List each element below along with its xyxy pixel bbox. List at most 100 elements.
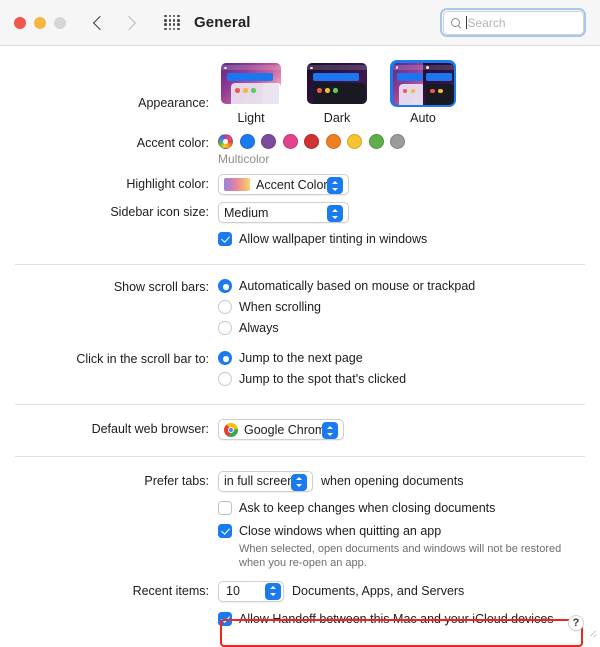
system-preferences-window: General Search Appearance: Light Dark Au…	[0, 0, 600, 647]
handoff-checkbox-row[interactable]: Allow Handoff between this Mac and your …	[218, 611, 600, 627]
appearance-preview-auto-dark	[423, 62, 454, 105]
zoom-button-icon[interactable]	[54, 16, 66, 29]
appearance-option-dark[interactable]: Dark	[304, 60, 370, 125]
appearance-label-light: Light	[237, 111, 265, 125]
recent-items-trailing-text: Documents, Apps, and Servers	[292, 583, 465, 598]
highlight-color-chevron-icon[interactable]	[327, 177, 343, 194]
preferences-content: Appearance: Light Dark Auto Accent color…	[0, 46, 600, 647]
handoff-checkbox[interactable]	[218, 611, 232, 626]
accent-swatch-blue[interactable]	[239, 134, 255, 149]
close-windows-checkbox-row[interactable]: Close windows when quitting an app	[218, 523, 600, 539]
accent-swatch-red[interactable]	[304, 134, 319, 149]
appearance-preview-auto	[392, 62, 454, 105]
chrome-icon	[224, 422, 238, 437]
resize-handle-icon[interactable]	[588, 627, 597, 636]
ask-keep-changes-checkbox[interactable]	[218, 500, 232, 515]
accent-swatch-graphite[interactable]	[390, 134, 405, 149]
show-scroll-bars-row: Show scroll bars: Automatically based on…	[0, 278, 600, 341]
ask-keep-changes-label: Ask to keep changes when closing documen…	[239, 500, 496, 515]
sidebar-icon-size-label: Sidebar icon size:	[110, 205, 209, 219]
click-scroll-label-next-page: Jump to the next page	[239, 351, 363, 365]
prefer-tabs-label: Prefer tabs:	[144, 473, 209, 488]
prefer-tabs-chevron-icon[interactable]	[291, 473, 307, 491]
scroll-bars-label-always: Always	[239, 321, 279, 335]
default-web-browser-chevron-icon[interactable]	[322, 422, 338, 439]
window-titlebar: General Search	[0, 0, 600, 46]
minimize-button-icon[interactable]	[34, 16, 46, 29]
prefer-tabs-row: Prefer tabs: in full screen when opening…	[0, 470, 600, 492]
sidebar-icon-size-chevron-icon[interactable]	[327, 205, 343, 222]
sidebar-icon-size-popup[interactable]: Medium	[218, 202, 349, 223]
page-title: General	[194, 14, 251, 31]
click-scroll-radio-spot-clicked[interactable]	[218, 372, 232, 386]
accent-swatch-purple[interactable]	[261, 134, 276, 149]
search-field-container[interactable]: Search	[440, 8, 586, 37]
click-scroll-option-spot-clicked[interactable]: Jump to the spot that's clicked	[218, 371, 600, 387]
highlight-color-label: Highlight color:	[126, 177, 209, 191]
close-windows-checkbox[interactable]	[218, 523, 232, 538]
wallpaper-tinting-checkbox-row[interactable]: Allow wallpaper tinting in windows	[218, 231, 600, 247]
show-all-grid-icon[interactable]	[163, 14, 181, 32]
accent-swatch-pink[interactable]	[282, 134, 298, 149]
wallpaper-tinting-label: Allow wallpaper tinting in windows	[239, 232, 428, 246]
accent-swatch-orange[interactable]	[325, 134, 341, 149]
accent-color-swatches	[218, 134, 600, 149]
scroll-bars-label-when-scrolling: When scrolling	[239, 300, 321, 314]
appearance-option-light[interactable]: Light	[218, 60, 284, 125]
accent-swatch-yellow[interactable]	[347, 134, 362, 149]
click-scroll-option-next-page[interactable]: Jump to the next page	[218, 350, 600, 366]
recent-items-value: 10	[226, 584, 240, 598]
appearance-preview-dark	[307, 63, 367, 104]
appearance-row: Appearance: Light Dark Auto	[0, 46, 600, 125]
divider-1	[15, 264, 585, 265]
recent-items-field[interactable]: 10	[218, 580, 284, 602]
search-placeholder: Search	[467, 15, 506, 30]
search-input[interactable]: Search	[442, 10, 584, 35]
show-scroll-bars-label: Show scroll bars:	[113, 280, 209, 294]
navigation-buttons	[93, 17, 135, 29]
prefer-tabs-trailing-text: when opening documents	[321, 473, 464, 488]
help-button[interactable]: ?	[568, 615, 584, 631]
appearance-option-auto[interactable]: Auto	[390, 60, 456, 125]
click-scroll-bar-row: Click in the scroll bar to: Jump to the …	[0, 350, 600, 392]
scroll-bars-radio-automatic[interactable]	[218, 279, 232, 293]
accent-color-row: Accent color: Multicolor	[0, 125, 600, 166]
default-web-browser-popup[interactable]: Google Chrome	[218, 419, 344, 440]
appearance-preview-light	[221, 63, 281, 104]
accent-swatch-multicolor[interactable]	[218, 134, 233, 149]
scroll-bars-radio-when-scrolling[interactable]	[218, 300, 232, 314]
appearance-preview-auto-light	[392, 62, 423, 105]
scroll-bars-radio-always[interactable]	[218, 321, 232, 335]
scroll-bars-option-always[interactable]: Always	[218, 320, 600, 336]
sidebar-icon-size-row: Sidebar icon size: Medium	[0, 202, 600, 223]
appearance-thumb-shell-light	[218, 60, 284, 107]
wallpaper-tinting-row: Allow wallpaper tinting in windows	[0, 231, 600, 252]
scroll-bars-option-automatic[interactable]: Automatically based on mouse or trackpad	[218, 278, 600, 294]
appearance-thumb-shell-auto	[390, 60, 456, 107]
ask-keep-changes-checkbox-row[interactable]: Ask to keep changes when closing documen…	[218, 500, 600, 516]
click-scroll-bar-label: Click in the scroll bar to:	[76, 352, 209, 366]
close-button-icon[interactable]	[14, 16, 26, 29]
handoff-row: Allow Handoff between this Mac and your …	[0, 611, 600, 632]
scroll-bars-option-when-scrolling[interactable]: When scrolling	[218, 299, 600, 315]
default-web-browser-label: Default web browser:	[91, 422, 209, 436]
sidebar-icon-size-value: Medium	[224, 205, 269, 220]
wallpaper-tinting-checkbox[interactable]	[218, 232, 232, 246]
recent-items-label: Recent items:	[132, 583, 209, 598]
divider-3	[15, 455, 585, 457]
traffic-light-buttons	[14, 16, 66, 29]
default-web-browser-row: Default web browser: Google Chrome	[0, 419, 600, 442]
appearance-label: Appearance:	[138, 96, 209, 110]
highlight-color-popup[interactable]: Accent Color	[218, 174, 349, 195]
scroll-bars-label-automatic: Automatically based on mouse or trackpad	[239, 279, 476, 293]
recent-items-stepper[interactable]	[265, 582, 281, 600]
forward-chevron-icon[interactable]	[123, 17, 135, 29]
back-chevron-icon[interactable]	[93, 17, 105, 29]
click-scroll-radio-next-page[interactable]	[218, 351, 232, 365]
prefer-tabs-popup[interactable]: in full screen	[218, 470, 313, 492]
highlight-color-value: Accent Color	[256, 177, 328, 192]
text-caret	[465, 16, 467, 29]
click-scroll-label-spot-clicked: Jump to the spot that's clicked	[239, 372, 407, 386]
highlight-color-row: Highlight color: Accent Color	[0, 174, 600, 196]
accent-swatch-green[interactable]	[368, 134, 384, 149]
